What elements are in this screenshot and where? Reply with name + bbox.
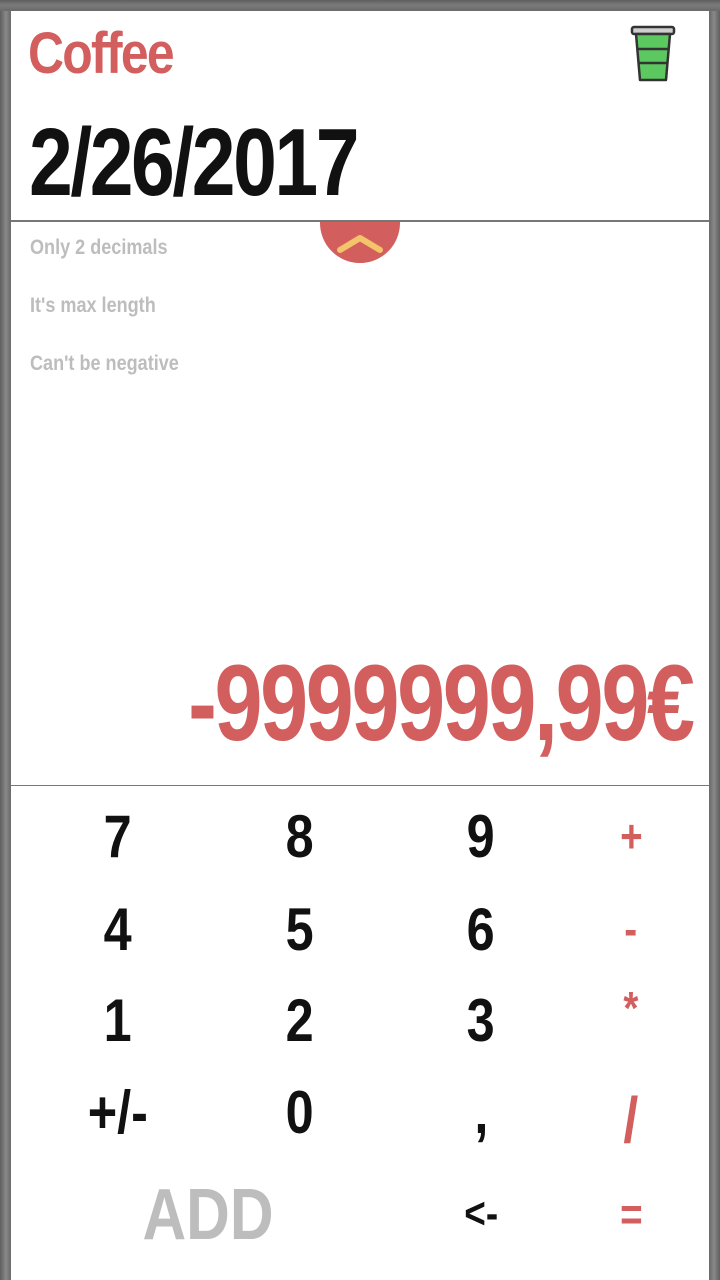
error-list: Only 2 decimals It's max length Can't be… xyxy=(30,235,430,409)
key-label: 5 xyxy=(285,895,315,963)
category-title: Coffee xyxy=(28,21,175,86)
key-label: 1 xyxy=(103,986,133,1054)
key-label: * xyxy=(623,982,639,1034)
key-divide[interactable]: / xyxy=(571,1080,691,1160)
key-0[interactable]: 0 xyxy=(240,1072,360,1152)
backspace-button[interactable]: <- xyxy=(421,1174,541,1254)
key-6[interactable]: 6 xyxy=(421,889,541,969)
error-message: It's max length xyxy=(30,294,156,317)
keypad: 7 8 9 + 4 5 6 - 1 2 3 * +/- 0 , / ADD <-… xyxy=(11,786,709,1280)
key-decimal-comma[interactable]: , xyxy=(421,1072,541,1152)
key-label: = xyxy=(619,1188,643,1240)
key-3[interactable]: 3 xyxy=(421,980,541,1060)
key-label: , xyxy=(473,1078,488,1146)
coffee-cup-icon[interactable] xyxy=(629,25,677,83)
amount-display: -9999999,99€ xyxy=(188,642,696,763)
key-minus[interactable]: - xyxy=(571,889,691,969)
key-label: +/- xyxy=(87,1078,149,1146)
key-label: / xyxy=(623,1084,639,1156)
key-label: + xyxy=(619,810,643,862)
key-label: 3 xyxy=(466,986,496,1054)
key-5[interactable]: 5 xyxy=(240,889,360,969)
add-button[interactable]: ADD xyxy=(118,1170,298,1260)
key-label: 7 xyxy=(103,802,133,870)
key-1[interactable]: 1 xyxy=(58,980,178,1060)
key-multiply[interactable]: * xyxy=(571,968,691,1048)
key-4[interactable]: 4 xyxy=(58,889,178,969)
key-label: <- xyxy=(464,1189,498,1238)
add-button-label: ADD xyxy=(142,1175,274,1255)
date-label[interactable]: 2/26/2017 xyxy=(29,115,360,211)
key-plus[interactable]: + xyxy=(571,796,691,876)
key-label: - xyxy=(624,903,638,955)
key-label: 9 xyxy=(466,802,496,870)
key-equals[interactable]: = xyxy=(571,1174,691,1254)
key-label: 8 xyxy=(285,802,315,870)
key-2[interactable]: 2 xyxy=(240,980,360,1060)
error-message: Can't be negative xyxy=(30,352,179,375)
key-8[interactable]: 8 xyxy=(240,796,360,876)
key-label: 6 xyxy=(466,895,496,963)
header-divider xyxy=(11,220,709,222)
app-screen: Coffee 2/26/2017 Only 2 decimals It's ma… xyxy=(11,11,709,1280)
key-label: 2 xyxy=(285,986,315,1054)
key-label: 0 xyxy=(285,1078,315,1146)
key-9[interactable]: 9 xyxy=(421,796,541,876)
key-label: 4 xyxy=(103,895,133,963)
key-toggle-sign[interactable]: +/- xyxy=(58,1072,178,1152)
error-message: Only 2 decimals xyxy=(30,236,168,259)
key-7[interactable]: 7 xyxy=(58,796,178,876)
